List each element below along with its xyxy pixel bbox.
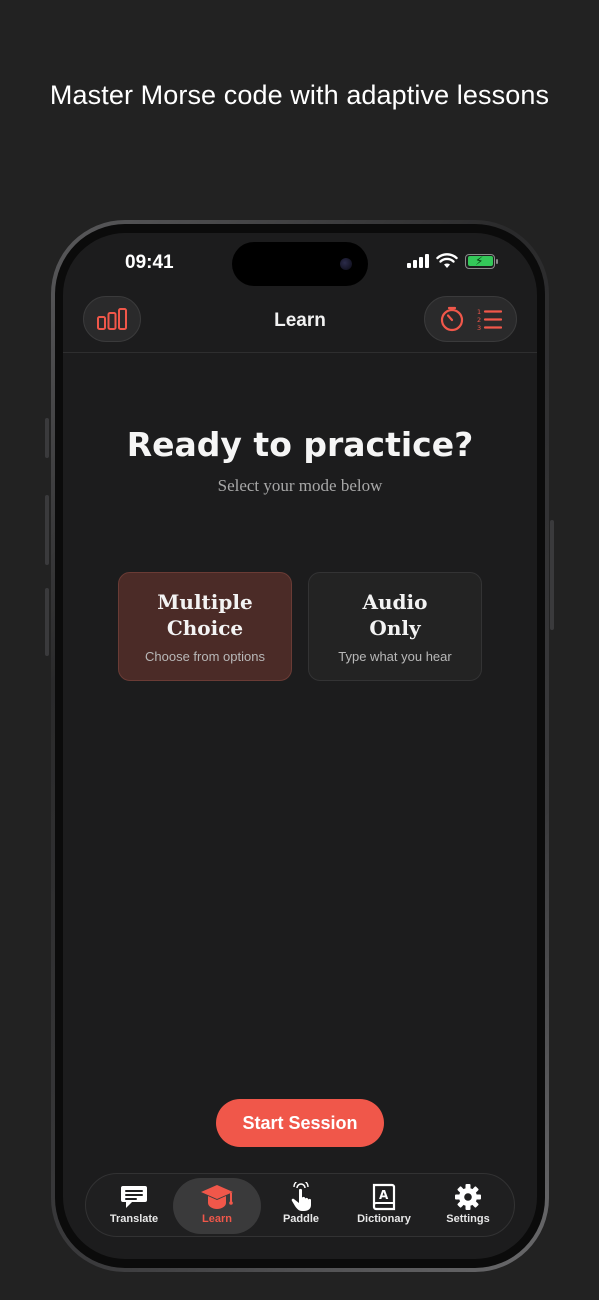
svg-text:3: 3 (477, 324, 481, 331)
svg-text:2: 2 (477, 316, 481, 324)
practice-heading: Ready to practice? (126, 425, 474, 464)
tab-label: Translate (109, 1213, 159, 1225)
volume-up-button (45, 495, 49, 565)
practice-subheading: Select your mode below (217, 476, 383, 495)
header-actions: 1 2 3 (424, 296, 517, 342)
status-icons: ⚡ (407, 253, 498, 269)
mode-description: Type what you hear (338, 649, 452, 664)
status-time: 09:41 (125, 252, 174, 273)
phone-screen: 09:41 ⚡ Learn 1 2 3 Ready to practice? S… (63, 233, 537, 1259)
volume-down-button (45, 588, 49, 656)
mode-multiple-choice[interactable]: Multiple Choice Choose from options (118, 572, 292, 681)
book-icon: A (372, 1183, 396, 1211)
app-tagline: Master Morse code with adaptive lessons (49, 80, 550, 110)
tab-label: Dictionary (357, 1213, 411, 1225)
cellular-signal-icon (407, 254, 429, 268)
tab-label: Settings (446, 1213, 490, 1225)
timer-icon[interactable] (439, 306, 465, 332)
svg-text:A: A (379, 1188, 389, 1202)
mode-title: Multiple Choice (157, 590, 253, 640)
mode-description: Choose from options (145, 649, 265, 664)
tab-bar: Translate Learn Paddle A Dictionary Sett… (85, 1173, 515, 1237)
tab-paddle[interactable]: Paddle (257, 1178, 345, 1234)
tab-settings[interactable]: Settings (424, 1178, 512, 1234)
battery-charging-icon: ⚡ (465, 253, 498, 269)
numbered-list-icon[interactable]: 1 2 3 (476, 307, 503, 331)
chat-bubble-icon (121, 1186, 147, 1208)
tab-label: Learn (202, 1213, 232, 1225)
tap-hand-icon (291, 1182, 311, 1211)
tab-learn[interactable]: Learn (173, 1178, 261, 1234)
gear-icon (455, 1184, 481, 1210)
mode-title: Audio Only (362, 590, 428, 640)
graduation-cap-icon (201, 1185, 233, 1209)
tab-label: Paddle (282, 1213, 320, 1225)
tab-translate[interactable]: Translate (90, 1178, 178, 1234)
action-button (45, 418, 49, 458)
tab-dictionary[interactable]: A Dictionary (340, 1178, 428, 1234)
power-button (550, 520, 554, 630)
start-session-button[interactable]: Start Session (216, 1099, 384, 1147)
wifi-icon (436, 253, 458, 268)
dynamic-island (232, 242, 368, 286)
svg-text:1: 1 (477, 308, 481, 316)
mode-audio-only[interactable]: Audio Only Type what you hear (308, 572, 482, 681)
navigation-bar: Learn 1 2 3 (63, 293, 537, 353)
